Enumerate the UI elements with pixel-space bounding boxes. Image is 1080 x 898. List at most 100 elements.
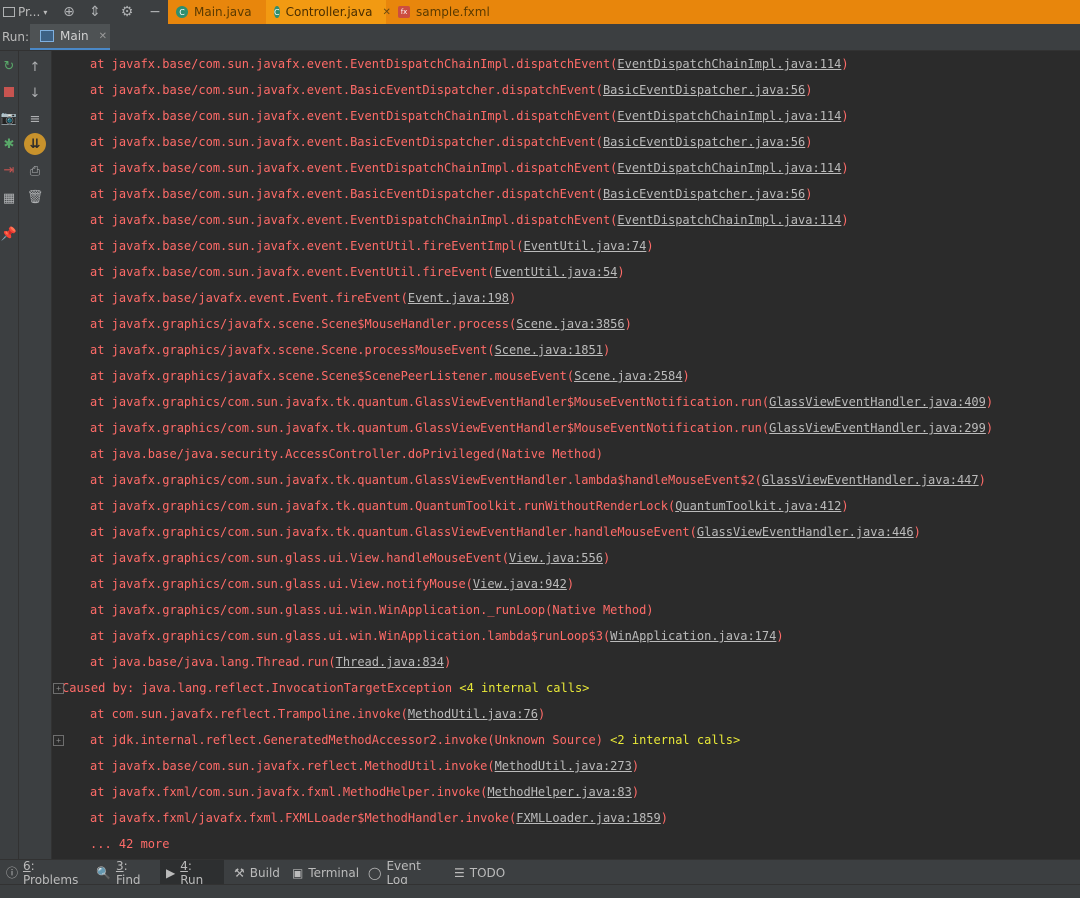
source-link[interactable]: Scene.java:2584 [574, 369, 682, 383]
close-icon[interactable]: ✕ [99, 31, 107, 42]
rerun-icon[interactable]: ↻ [0, 57, 18, 75]
stack-frame-text: at javafx.graphics/com.sun.glass.ui.View… [90, 551, 510, 565]
console-line: at java.base/java.security.AccessControl… [90, 441, 603, 467]
arrow-up-icon[interactable]: ↑ [25, 57, 45, 77]
todo-icon: ☰ [454, 865, 465, 880]
problems-tool-button[interactable]: ⓘ 6: Problems [0, 859, 86, 887]
console-line: at javafx.graphics/javafx.scene.Scene.pr… [90, 337, 610, 363]
minimize-icon[interactable]: − [144, 0, 166, 24]
source-link[interactable]: EventDispatchChainImpl.java:114 [617, 57, 841, 71]
console-line: at javafx.graphics/com.sun.glass.ui.View… [90, 571, 574, 597]
run-tool-button[interactable]: ▶ 4: Run [160, 859, 224, 887]
console-line: at javafx.graphics/com.sun.glass.ui.View… [90, 545, 610, 571]
source-link[interactable]: BasicEventDispatcher.java:56 [603, 187, 805, 201]
terminal-label: Terminal [308, 865, 360, 880]
scroll-to-end-icon[interactable]: ⇊ [24, 133, 46, 155]
source-link[interactable]: MethodUtil.java:76 [408, 707, 538, 721]
layout-icon[interactable]: ▦ [0, 189, 18, 207]
source-link[interactable]: Scene.java:1851 [495, 343, 603, 357]
tab-controller-java[interactable]: C Controller.java ✕ [266, 0, 391, 24]
source-link[interactable]: EventDispatchChainImpl.java:114 [617, 161, 841, 175]
stack-frame-close: ) [841, 213, 849, 227]
source-link[interactable]: QuantumToolkit.java:412 [675, 499, 841, 513]
source-link[interactable]: GlassViewEventHandler.java:447 [762, 473, 979, 487]
find-tool-button[interactable]: 🔍 3: Find [90, 859, 152, 887]
stop-icon[interactable] [0, 83, 18, 101]
run-tab-main[interactable]: Main ✕ [30, 24, 110, 50]
collapse-icon[interactable]: ⇕ [84, 0, 106, 24]
locate-icon[interactable]: ⊕ [58, 0, 80, 24]
source-link[interactable]: GlassViewEventHandler.java:299 [769, 421, 986, 435]
expand-icon[interactable]: + [53, 683, 64, 694]
console-line: at javafx.graphics/com.sun.glass.ui.win.… [90, 597, 654, 623]
source-link[interactable]: FXMLLoader.java:1859 [516, 811, 661, 825]
expand-icon[interactable]: + [53, 735, 64, 746]
source-link[interactable]: GlassViewEventHandler.java:446 [697, 525, 914, 539]
console-line: + Caused by: java.lang.reflect.Invocation… [53, 675, 589, 701]
exit-icon[interactable]: ⇥ [0, 161, 18, 179]
source-link[interactable]: EventDispatchChainImpl.java:114 [617, 109, 841, 123]
tab-label: Controller.java [285, 5, 373, 19]
stack-frame-close: ) [602, 343, 611, 357]
print-icon[interactable]: ⎙ [25, 161, 45, 181]
stack-frame-close: ) [985, 395, 994, 409]
stack-frame-text: at javafx.base/com.sun.javafx.reflect.Me… [90, 759, 495, 773]
stack-frame-close: ) [776, 629, 784, 643]
stack-frame-text: at javafx.base/com.sun.javafx.event.Even… [90, 109, 618, 123]
camera-icon[interactable]: 📷 [0, 109, 18, 127]
run-icon: ▶ [166, 865, 176, 880]
console-line: at javafx.graphics/com.sun.javafx.tk.qua… [90, 493, 849, 519]
stack-frame-close: ) [805, 83, 813, 97]
source-link[interactable]: Thread.java:834 [336, 655, 444, 669]
event-log-tool-button[interactable]: ◯ Event Log [362, 859, 442, 887]
tab-sample-fxml[interactable]: fx sample.fxml [390, 0, 500, 24]
source-link[interactable]: BasicEventDispatcher.java:56 [603, 83, 805, 97]
source-link[interactable]: Event.java:198 [408, 291, 509, 305]
stack-frame-text: at javafx.base/com.sun.javafx.event.Even… [90, 239, 524, 253]
source-link[interactable]: EventUtil.java:74 [523, 239, 646, 253]
chevron-down-icon: ▾ [43, 7, 48, 17]
console-line: at javafx.graphics/com.sun.javafx.tk.qua… [90, 389, 993, 415]
stack-frame-text: Caused by: java.lang.reflect.InvocationT… [62, 681, 460, 695]
stack-frame-text: at javafx.base/com.sun.javafx.event.Even… [90, 213, 618, 227]
pin-icon[interactable]: 📌 [0, 225, 18, 243]
stack-frame-close: ) [682, 369, 690, 383]
console-output[interactable]: at javafx.base/com.sun.javafx.event.Even… [52, 51, 1080, 859]
console-line: at javafx.fxml/com.sun.javafx.fxml.Metho… [90, 779, 639, 805]
run-actions-strip: ↻ 📷 ✱ ⇥ ▦ 📌 [0, 51, 19, 859]
source-link[interactable]: View.java:942 [473, 577, 567, 591]
gear-icon[interactable]: ⚙ [116, 0, 138, 24]
stack-frame-text: at javafx.base/com.sun.javafx.event.Even… [90, 57, 618, 71]
internal-calls-toggle[interactable]: <4 internal calls> [459, 681, 589, 695]
title-bar: Pr... ▾ ⊕ ⇕ ⚙ − C Main.java C Controller… [0, 0, 1080, 25]
stack-frame-text: at javafx.fxml/javafx.fxml.FXMLLoader$Me… [90, 811, 517, 825]
source-link[interactable]: EventUtil.java:54 [495, 265, 618, 279]
fxml-icon: fx [398, 6, 410, 18]
internal-calls-toggle[interactable]: <2 internal calls> [610, 733, 740, 747]
console-line: at com.sun.javafx.reflect.Trampoline.inv… [90, 701, 545, 727]
debug-icon[interactable]: ✱ [0, 135, 18, 153]
source-link[interactable]: EventDispatchChainImpl.java:114 [617, 213, 841, 227]
source-link[interactable]: Scene.java:3856 [516, 317, 624, 331]
console-line: at javafx.graphics/com.sun.javafx.tk.qua… [90, 467, 986, 493]
source-link[interactable]: View.java:556 [509, 551, 603, 565]
source-link[interactable]: WinApplication.java:174 [610, 629, 776, 643]
soft-wrap-icon[interactable]: ≡ [25, 109, 45, 129]
console-line: at javafx.graphics/com.sun.javafx.tk.qua… [90, 415, 993, 441]
build-tool-button[interactable]: ⚒ Build [228, 860, 282, 885]
source-link[interactable]: MethodUtil.java:273 [495, 759, 632, 773]
project-selector[interactable]: Pr... ▾ [0, 0, 55, 24]
console-line: + at jdk.internal.reflect.GeneratedMethod… [53, 727, 740, 753]
arrow-down-icon[interactable]: ↓ [25, 83, 45, 103]
tab-main-java[interactable]: C Main.java [168, 0, 264, 24]
stack-frame-close: ) [537, 707, 546, 721]
terminal-tool-button[interactable]: ▣ Terminal [286, 860, 359, 885]
todo-tool-button[interactable]: ☰ TODO [448, 860, 508, 885]
console-line: at java.base/java.lang.Thread.run(Thread… [90, 649, 451, 675]
trash-icon[interactable]: 🗑 [25, 187, 45, 207]
source-link[interactable]: GlassViewEventHandler.java:409 [769, 395, 986, 409]
stack-frame-close: ) [631, 759, 640, 773]
source-link[interactable]: MethodHelper.java:83 [487, 785, 632, 799]
stack-frame-close: ) [631, 785, 640, 799]
source-link[interactable]: BasicEventDispatcher.java:56 [603, 135, 805, 149]
